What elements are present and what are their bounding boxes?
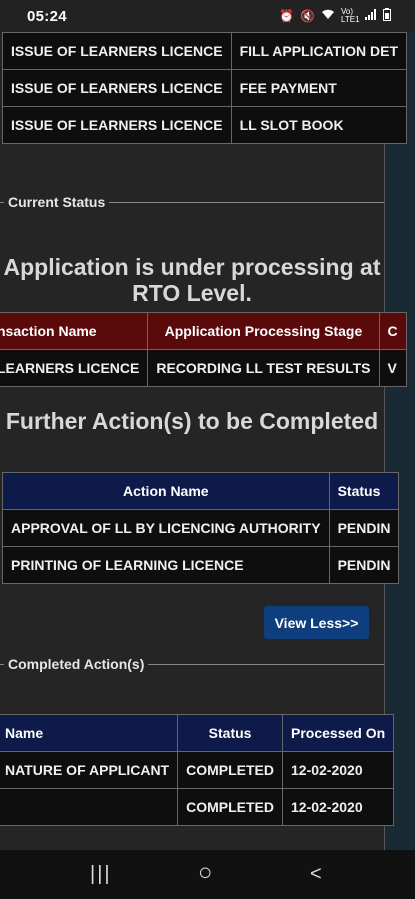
wifi-icon <box>321 9 335 23</box>
column-header: Name <box>0 714 179 752</box>
column-header: Processed On <box>281 714 395 752</box>
table-cell: FILL APPLICATION DET <box>230 32 408 70</box>
transaction-table-top: ISSUE OF LEARNERS LICENCE FILL APPLICATI… <box>2 32 408 144</box>
table-cell: FEE PAYMENT <box>230 69 408 107</box>
table-row: PRINTING OF LEARNING LICENCE PENDIN <box>2 546 400 584</box>
status-icons: ⏰ 🔇 Vo) LTE1 <box>279 8 391 24</box>
current-status-fieldset: Current Status <box>0 192 384 212</box>
table-cell: COMPLETED <box>177 788 283 826</box>
table-cell: PENDIN <box>328 509 400 547</box>
table-cell: 12-02-2020 <box>281 751 395 789</box>
column-header: Application Processing Stage <box>147 312 380 350</box>
further-actions-heading: Further Action(s) to be Completed <box>5 408 379 434</box>
recents-button[interactable]: ||| <box>90 863 112 886</box>
volte-icon: Vo) LTE1 <box>341 7 360 24</box>
table-header-row: Action Name Status <box>2 472 400 510</box>
table-row: ISSUE OF LEARNERS LICENCE FILL APPLICATI… <box>2 32 408 70</box>
column-header: Action Name <box>2 472 330 510</box>
view-less-button[interactable]: View Less>> <box>264 606 369 639</box>
table-row: COMPLETED 12-02-2020 <box>0 788 395 826</box>
table-cell: APPROVAL OF LL BY LICENCING AUTHORITY <box>2 509 330 547</box>
table-header-row: nsaction Name Application Processing Sta… <box>0 312 407 350</box>
table-row: APPROVAL OF LL BY LICENCING AUTHORITY PE… <box>2 509 400 547</box>
completed-actions-table: Name Status Processed On NATURE OF APPLI… <box>0 714 395 826</box>
table-cell: V <box>378 349 407 387</box>
table-row: LEARNERS LICENCE RECORDING LL TEST RESUL… <box>0 349 407 387</box>
home-button[interactable]: ○ <box>198 859 213 887</box>
table-cell: NATURE OF APPLICANT <box>0 751 179 789</box>
table-cell: LL SLOT BOOK <box>230 106 408 144</box>
status-bar: 05:24 ⏰ 🔇 Vo) LTE1 <box>0 0 415 32</box>
processing-stage-table: nsaction Name Application Processing Sta… <box>0 312 407 387</box>
further-actions-table: Action Name Status APPROVAL OF LL BY LIC… <box>2 472 400 584</box>
table-cell: ISSUE OF LEARNERS LICENCE <box>2 32 232 70</box>
table-row: ISSUE OF LEARNERS LICENCE FEE PAYMENT <box>2 69 408 107</box>
column-header: Status <box>177 714 283 752</box>
page-content: ISSUE OF LEARNERS LICENCE FILL APPLICATI… <box>0 32 408 850</box>
table-cell: PENDIN <box>328 546 400 584</box>
column-header: C <box>378 312 407 350</box>
system-nav-bar: ||| ○ < <box>0 850 415 899</box>
column-header: Status <box>328 472 400 510</box>
table-cell <box>0 788 179 826</box>
back-button[interactable]: < <box>310 863 322 886</box>
signal-icon <box>365 9 377 23</box>
current-status-legend: Current Status <box>4 194 110 210</box>
table-header-row: Name Status Processed On <box>0 714 395 752</box>
mute-icon: 🔇 <box>300 9 315 23</box>
column-header: nsaction Name <box>0 312 149 350</box>
table-cell: 12-02-2020 <box>281 788 395 826</box>
table-row: ISSUE OF LEARNERS LICENCE LL SLOT BOOK <box>2 106 408 144</box>
table-cell: RECORDING LL TEST RESULTS <box>147 349 380 387</box>
table-row: NATURE OF APPLICANT COMPLETED 12-02-2020 <box>0 751 395 789</box>
completed-actions-legend: Completed Action(s) <box>4 656 149 672</box>
table-cell: PRINTING OF LEARNING LICENCE <box>2 546 330 584</box>
table-cell: LEARNERS LICENCE <box>0 349 149 387</box>
table-cell: ISSUE OF LEARNERS LICENCE <box>2 106 232 144</box>
battery-icon <box>383 8 391 24</box>
processing-status-heading: Application is under processing at RTO L… <box>3 254 381 306</box>
table-cell: COMPLETED <box>177 751 283 789</box>
status-time: 05:24 <box>27 8 67 25</box>
table-cell: ISSUE OF LEARNERS LICENCE <box>2 69 232 107</box>
completed-actions-fieldset: Completed Action(s) <box>0 654 384 674</box>
alarm-icon: ⏰ <box>279 9 295 23</box>
